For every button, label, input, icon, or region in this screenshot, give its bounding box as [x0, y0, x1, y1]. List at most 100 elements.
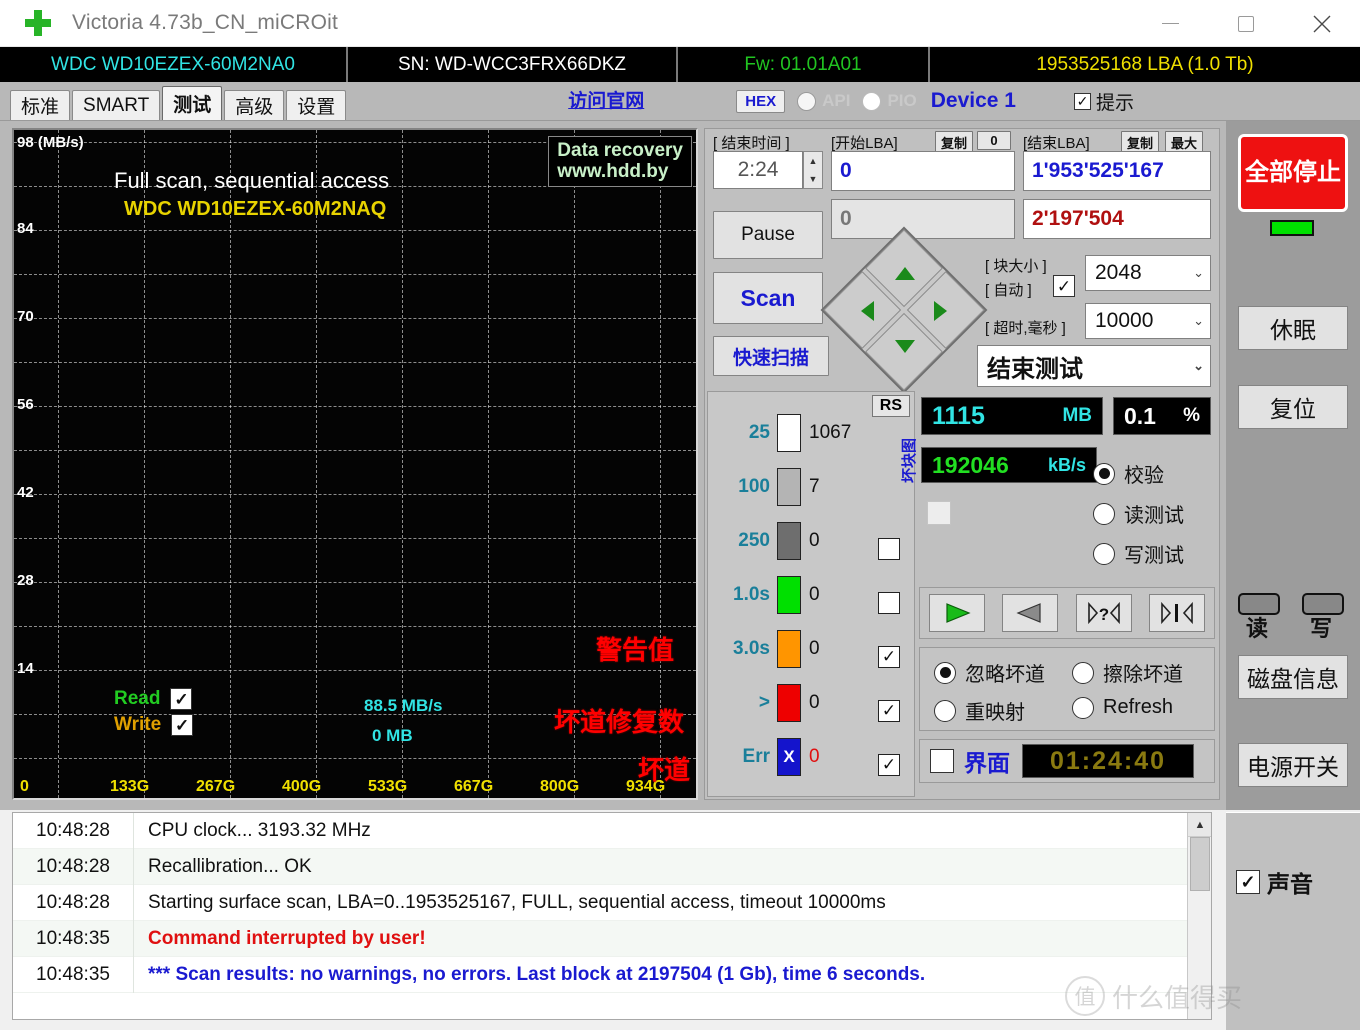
mode-write-label: 写测试 [1124, 539, 1184, 568]
disk-info-button[interactable]: 磁盘信息 [1238, 655, 1348, 699]
rs-checkbox-3[interactable]: ✓ [878, 646, 900, 668]
dpad-up-arrow-icon[interactable] [895, 267, 915, 280]
end-time-value[interactable]: 2:24 [713, 151, 803, 189]
rs-count-250: 0 [809, 530, 820, 552]
log-scroll-thumb[interactable] [1190, 837, 1210, 891]
hint-checkbox[interactable]: ✓ [1074, 93, 1091, 110]
svg-text:?: ? [1099, 605, 1109, 624]
sound-checkbox[interactable]: ✓ [1236, 870, 1260, 894]
tab-smart[interactable]: SMART [72, 90, 160, 120]
rs-checkbox-1[interactable] [878, 538, 900, 560]
rs-button[interactable]: RS [872, 395, 910, 417]
action-refresh-row[interactable]: Refresh [1072, 696, 1173, 719]
rate-unit: kB/s [1048, 455, 1086, 476]
dpad-navigation[interactable] [845, 251, 963, 369]
scan-graph-panel[interactable]: 98 (MB/s) 84 70 56 42 28 14 0 133G 267G … [12, 128, 698, 800]
block-size-select[interactable]: 2048 ⌄ [1085, 255, 1211, 291]
rs-checkbox-4[interactable]: ✓ [878, 700, 900, 722]
action-ignore-radio[interactable] [934, 662, 956, 684]
tab-standard[interactable]: 标准 [10, 90, 70, 120]
tab-test[interactable]: 测试 [162, 86, 222, 120]
mode-read-row[interactable]: 读测试 [1093, 499, 1184, 528]
graph-x-tick-1: 133G [110, 778, 149, 796]
seek-question-button[interactable]: ? [1076, 594, 1132, 632]
legend-read-label: Read [114, 688, 160, 710]
stop-all-button[interactable]: 全部停止 [1238, 134, 1348, 212]
log-panel[interactable]: 10:48:28 CPU clock... 3193.32 MHz 10:48:… [12, 812, 1212, 1020]
minimize-button[interactable] [1132, 0, 1208, 47]
action-erase-row[interactable]: 擦除坏道 [1072, 658, 1183, 687]
play-button[interactable] [929, 594, 985, 632]
action-ignore-row[interactable]: 忽略坏道 [934, 658, 1045, 687]
action-remap-row[interactable]: 重映射 [934, 696, 1025, 725]
hex-button[interactable]: HEX [736, 90, 785, 113]
action-erase-radio[interactable] [1072, 662, 1094, 684]
reset-button[interactable]: 复位 [1238, 385, 1348, 429]
scan-button[interactable]: Scan [713, 272, 823, 324]
chevron-down-icon-2: ⌄ [1193, 313, 1204, 329]
read-led-label: 读 [1246, 611, 1268, 643]
end-lba-input[interactable]: 1'953'525'167 [1023, 151, 1211, 191]
end-test-select[interactable]: 结束测试 ⌄ [977, 345, 1211, 387]
log-time-2: 10:48:28 [13, 892, 133, 914]
legend-read-row[interactable]: Read ✓ [114, 688, 193, 710]
legend-read-checkbox[interactable]: ✓ [170, 688, 192, 710]
timeout-select[interactable]: 10000 ⌄ [1085, 303, 1211, 339]
graph-x-tick-0: 0 [20, 778, 29, 796]
pio-radio[interactable] [862, 92, 881, 111]
start-lba-input[interactable]: 0 [831, 151, 1015, 191]
hint-checkbox-group[interactable]: ✓ 提示 [1074, 88, 1134, 115]
bad-block-action-group: 忽略坏道 擦除坏道 重映射 Refresh [919, 647, 1215, 731]
rs-label-25: 25 [722, 422, 770, 444]
log-row-4: 10:48:35 *** Scan results: no warnings, … [13, 957, 1211, 993]
timeout-value: 10000 [1095, 309, 1153, 333]
dpad-down-arrow-icon[interactable] [895, 340, 915, 353]
quick-scan-button[interactable]: 快速扫描 [713, 336, 829, 376]
rs-label-250: 250 [722, 530, 770, 552]
official-site-link[interactable]: 访问官网 [568, 86, 644, 117]
mode-write-row[interactable]: 写测试 [1093, 539, 1184, 568]
legend-write-row[interactable]: Write ✓ [114, 714, 193, 736]
dpad-right-arrow-icon[interactable] [934, 301, 947, 321]
hdd-by-watermark: Data recovery www.hdd.by [548, 136, 692, 187]
power-switch-button[interactable]: 电源开关 [1238, 743, 1348, 787]
timeout-label: [ 超时,毫秒 ] [985, 317, 1066, 338]
tab-settings[interactable]: 设置 [286, 90, 346, 120]
rs-checkbox-5[interactable]: ✓ [878, 754, 900, 776]
api-radio[interactable] [797, 92, 816, 111]
close-button[interactable] [1284, 0, 1360, 47]
pause-button[interactable]: Pause [713, 211, 823, 259]
auto-checkbox[interactable]: ✓ [1053, 275, 1075, 297]
tab-advanced[interactable]: 高级 [224, 90, 284, 120]
percent-value: 0.1 [1124, 403, 1156, 430]
watermark-line-1: Data recovery [557, 141, 683, 162]
sleep-button[interactable]: 休眠 [1238, 306, 1348, 350]
end-lba-current: 2'197'504 [1023, 199, 1211, 239]
graph-x-tick-3: 400G [282, 778, 321, 796]
smzdm-text: 什么值得买 [1112, 978, 1242, 1015]
legend-write-checkbox[interactable]: ✓ [171, 714, 193, 736]
action-refresh-radio[interactable] [1072, 697, 1094, 719]
auto-label: [ 自动 ] [985, 279, 1032, 300]
log-scroll-up-button[interactable]: ▲ [1188, 813, 1212, 837]
ui-checkbox[interactable] [930, 749, 954, 773]
mode-write-radio[interactable] [1093, 543, 1115, 565]
seek-end-button[interactable] [1149, 594, 1205, 632]
end-time-spin-up[interactable]: ▲ [804, 152, 822, 170]
maximize-button[interactable] [1208, 0, 1284, 47]
rs-count-100: 7 [809, 476, 820, 498]
smzdm-circle-icon: 值 [1065, 976, 1105, 1016]
end-time-spin-down[interactable]: ▼ [804, 170, 822, 188]
rs-count-25: 1067 [809, 422, 851, 444]
rewind-button[interactable] [1002, 594, 1058, 632]
mode-verify-radio[interactable] [1093, 463, 1115, 485]
log-message-4: *** Scan results: no warnings, no errors… [134, 964, 925, 986]
mode-read-radio[interactable] [1093, 503, 1115, 525]
end-time-spinner[interactable]: ▲ ▼ [803, 151, 823, 189]
action-remap-radio[interactable] [934, 700, 956, 722]
mode-verify-row[interactable]: 校验 [1093, 459, 1164, 488]
dpad-left-arrow-icon[interactable] [861, 301, 874, 321]
sound-checkbox-group[interactable]: ✓ 声音 [1236, 865, 1313, 899]
start-lba-zero-button[interactable]: 0 [977, 131, 1011, 150]
rs-checkbox-2[interactable] [878, 592, 900, 614]
